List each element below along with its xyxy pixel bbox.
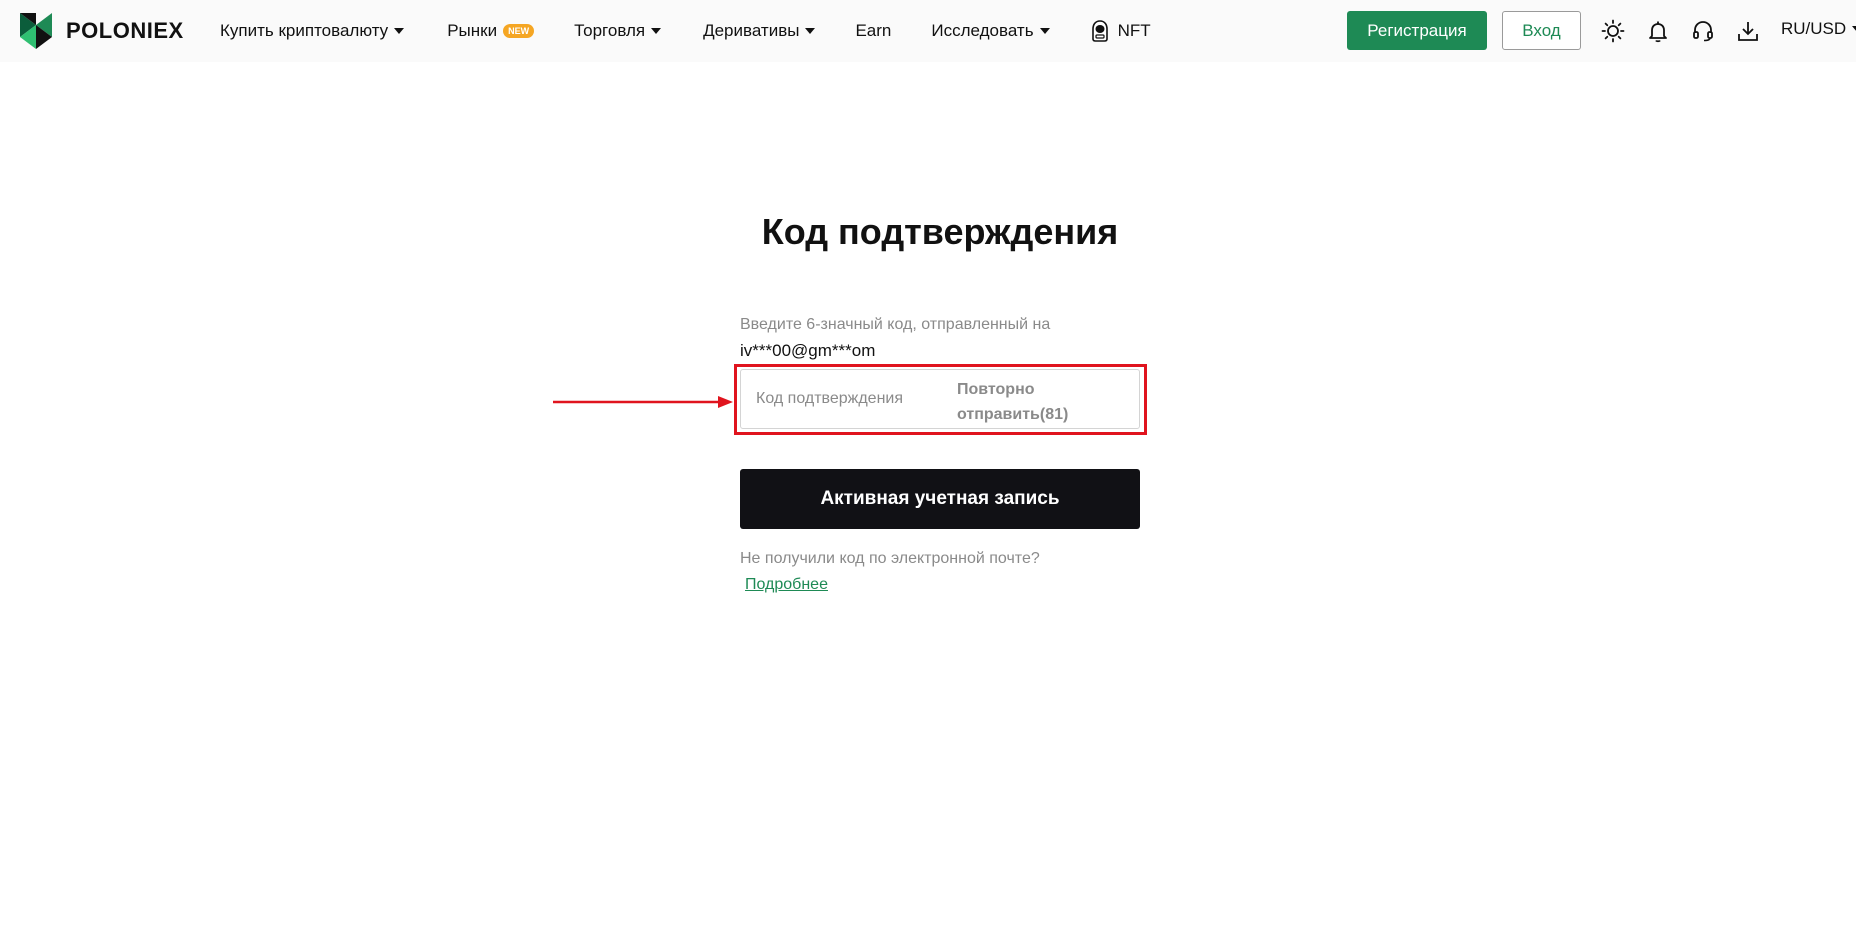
activate-account-button[interactable]: Активная учетная запись: [740, 469, 1140, 529]
nav-derivatives[interactable]: Деривативы: [703, 21, 816, 41]
poloniex-logo-icon: [20, 13, 52, 49]
nav-earn[interactable]: Earn: [855, 21, 891, 41]
nav-item-label: Рынки: [447, 21, 498, 40]
top-header: POLONIEX Купить криптовалюту Рынки NEW Т…: [0, 0, 1856, 62]
main-nav: Купить криптовалюту Рынки NEW Торговля Д…: [220, 0, 1151, 62]
code-sent-hint: Введите 6-значный код, отправленный на: [740, 316, 1051, 333]
nav-item-label: Деривативы: [703, 21, 800, 40]
poloniex-logo[interactable]: POLONIEX: [20, 13, 184, 49]
no-code-question: Не получили код по электронной почте?: [740, 550, 1040, 567]
caret-down-icon: [805, 28, 816, 34]
nav-item-label: Исследовать: [931, 21, 1034, 40]
nav-item-label: Торговля: [574, 21, 646, 40]
nav-explore[interactable]: Исследовать: [931, 21, 1050, 41]
download-icon[interactable]: [1736, 19, 1760, 43]
theme-sun-icon[interactable]: [1601, 19, 1625, 43]
resend-label-line2: отправить(81): [957, 406, 1069, 423]
verification-code-input[interactable]: [756, 370, 936, 428]
register-button[interactable]: Регистрация: [1347, 11, 1487, 50]
page-title: Код подтверждения: [761, 211, 1119, 252]
language-currency-label: RU/USD: [1781, 19, 1847, 38]
nav-nft[interactable]: NFT: [1090, 20, 1151, 42]
nav-trade[interactable]: Торговля: [574, 21, 662, 41]
bell-icon[interactable]: [1646, 19, 1670, 43]
nav-item-label: Купить криптовалюту: [220, 21, 389, 40]
new-badge: NEW: [503, 24, 535, 38]
language-currency-selector[interactable]: RU/USD: [1781, 19, 1856, 39]
red-arrow-annotation: [553, 396, 733, 408]
resend-code-button[interactable]: Повторно отправить(81): [957, 377, 1097, 427]
login-button[interactable]: Вход: [1502, 11, 1581, 50]
brand-name: POLONIEX: [66, 18, 184, 43]
caret-down-icon: [651, 28, 662, 34]
headset-icon[interactable]: [1691, 19, 1715, 43]
verification-code-field: Повторно отправить(81): [740, 369, 1140, 429]
nav-buy-crypto[interactable]: Купить криптовалюту: [220, 21, 405, 41]
nav-item-label: Earn: [855, 21, 892, 40]
resend-label-line1: Повторно: [957, 381, 1035, 398]
caret-down-icon: [1852, 26, 1856, 32]
nav-item-label: NFT: [1117, 21, 1151, 40]
nav-markets[interactable]: Рынки NEW: [447, 21, 535, 41]
caret-down-icon: [1039, 28, 1050, 34]
nft-astronaut-icon: [1091, 20, 1108, 42]
learn-more-link[interactable]: Подробнее: [745, 576, 828, 594]
caret-down-icon: [394, 28, 405, 34]
masked-email: iv***00@gm***om: [740, 341, 876, 360]
